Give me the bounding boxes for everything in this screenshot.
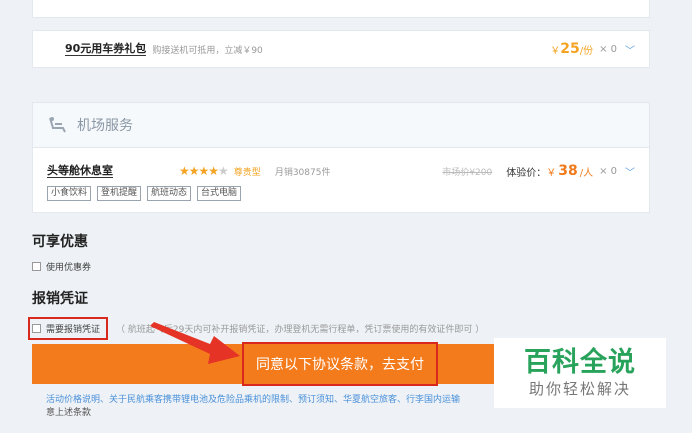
experience-price: 38 (558, 163, 578, 179)
lounge-qty: × 0 (599, 165, 617, 177)
lounge-name[interactable]: 头等舱休息室 (47, 164, 113, 178)
coupon-name[interactable]: 90元用车券礼包 (65, 42, 147, 56)
use-coupon-checkbox[interactable] (32, 262, 41, 271)
chevron-down-icon[interactable]: ﹀ (625, 164, 635, 179)
arrow-icon (150, 322, 240, 364)
use-coupon-row[interactable]: 使用优惠券 (32, 260, 91, 273)
use-coupon-label: 使用优惠券 (46, 263, 92, 273)
tag: 台式电脑 (197, 186, 242, 201)
tag: 航班动态 (147, 186, 192, 201)
need-receipt-label: 需要报销凭证 (46, 325, 101, 335)
coupon-desc: 购接送机可抵用，立减￥90 (152, 45, 263, 56)
airport-service-title: 机场服务 (77, 118, 133, 134)
need-receipt-checkbox[interactable] (32, 324, 41, 333)
lounge-type: 尊贵型 (233, 167, 261, 178)
seat-icon (49, 117, 66, 133)
experience-price-label: 体验价： (506, 167, 547, 179)
watermark-main: 百科全说 (524, 347, 636, 378)
watermark: 百科全说 助你轻松解决 (494, 338, 666, 408)
agreement-footer: 活动价格说明、关于民航乘客携带锂电池及危险品乘机的限制、预订须知、华夏航空旅客、… (46, 394, 506, 420)
coupon-price-group: ￥ 25 /份 × 0 ﹀ (550, 41, 635, 57)
need-receipt-row: 需要报销凭证 （ 航班起飞后29天内可补开报销凭证，办理登机无需行程单，凭订票使… (28, 317, 484, 340)
airport-service-header: 机场服务 (32, 102, 650, 148)
market-price: 市场价¥200 (442, 167, 493, 178)
receipt-title: 报销凭证 (32, 291, 88, 307)
experience-price-prefix: ￥ (546, 167, 557, 179)
watermark-sub: 助你轻松解决 (528, 380, 631, 398)
rating-stars: ★★★★★ (179, 164, 229, 178)
coupon-qty: × 0 (599, 43, 617, 55)
need-receipt-highlight[interactable]: 需要报销凭证 (28, 317, 109, 340)
top-card (32, 0, 650, 18)
lounge-tags: 小食饮料 登机提醒 航班动态 台式电脑 (47, 186, 635, 201)
chevron-down-icon[interactable]: ﹀ (625, 42, 635, 57)
agreement-tail: 意上述条款 (46, 408, 92, 418)
coupon-price-prefix: ￥ (550, 45, 561, 57)
coupon-price-unit: /份 (579, 45, 594, 57)
experience-price-unit: /人 (579, 167, 594, 179)
tag: 登机提醒 (97, 186, 142, 201)
lounge-row: 头等舱休息室 ★★★★★ 尊贵型 月销30875件 市场价¥200 体验价： ￥… (32, 147, 650, 213)
agree-and-pay-button[interactable]: 同意以下协议条款，去支付 (242, 342, 438, 386)
agreement-links[interactable]: 活动价格说明、关于民航乘客携带锂电池及危险品乘机的限制、预订须知、华夏航空旅客、… (46, 395, 460, 405)
tag: 小食饮料 (47, 186, 92, 201)
discount-title: 可享优惠 (32, 234, 88, 250)
coupon-package-row: 90元用车券礼包 购接送机可抵用，立减￥90 ￥ 25 /份 × 0 ﹀ (32, 30, 650, 68)
lounge-sales: 月销30875件 (274, 167, 331, 178)
lounge-price-group: 市场价¥200 体验价： ￥ 38 /人 × 0 ﹀ (442, 163, 635, 179)
coupon-price: 25 (560, 41, 580, 57)
